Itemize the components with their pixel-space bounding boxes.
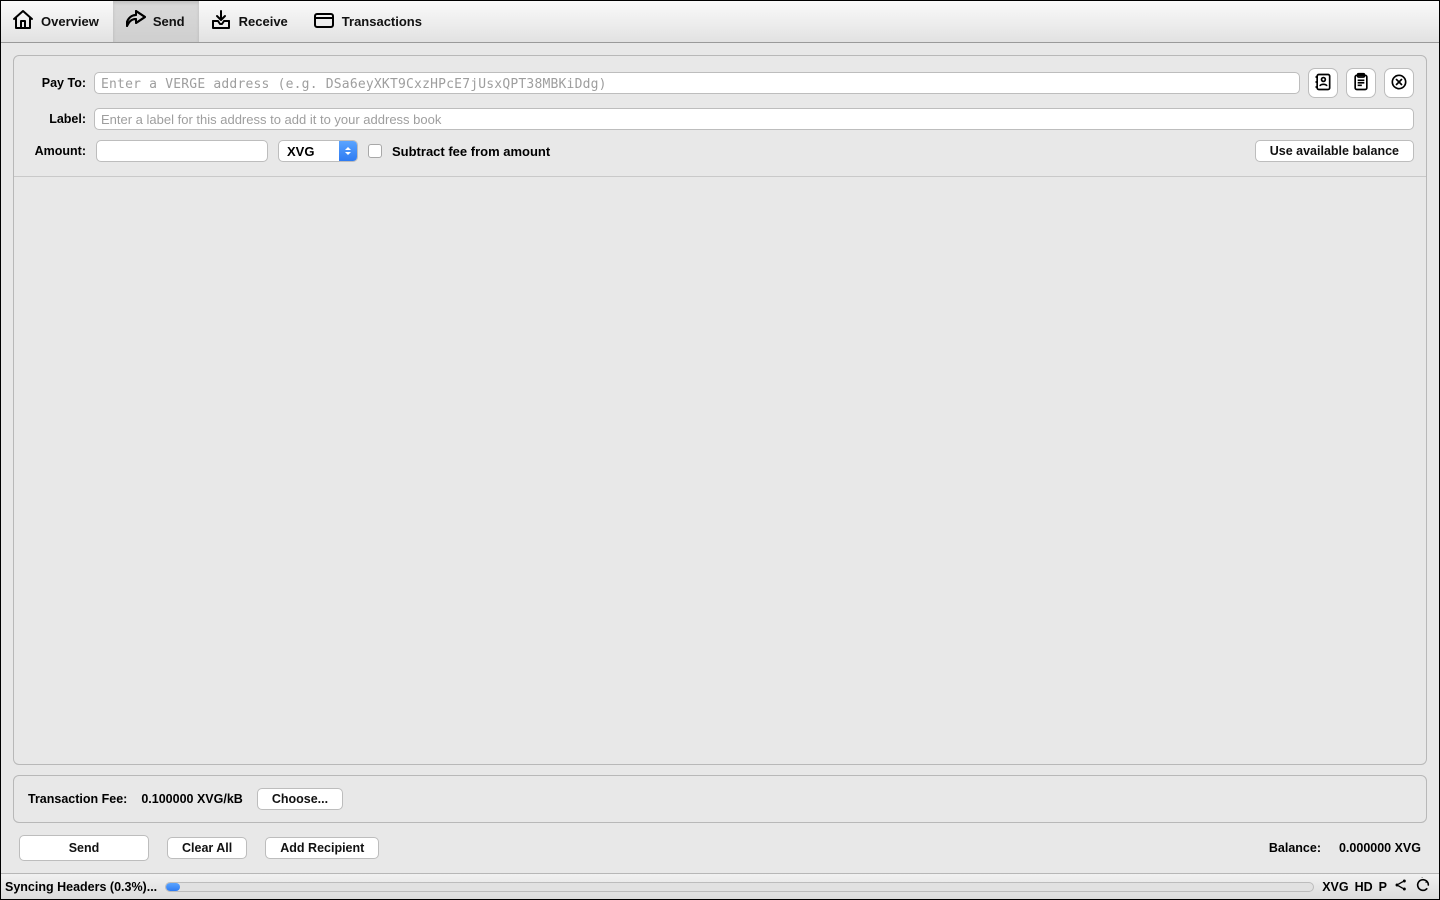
ticker-indicator: XVG [1322,880,1348,894]
sync-progress-bar [165,882,1314,892]
amount-label: Amount: [26,144,86,158]
address-book-icon [1313,72,1333,95]
tab-overview[interactable]: Overview [1,1,113,42]
address-book-button[interactable] [1308,68,1338,98]
recipient-divider [14,176,1426,177]
unit-dropdown[interactable]: XVG [278,140,358,162]
send-arrow-icon [123,8,147,35]
tab-receive[interactable]: Receive [199,1,302,42]
label-label: Label: [26,112,86,126]
clear-all-button[interactable]: Clear All [167,837,247,859]
status-bar: Syncing Headers (0.3%)... XVG HD P [1,873,1439,899]
clipboard-icon [1351,72,1371,95]
paste-button[interactable] [1346,68,1376,98]
balance-value: 0.000000 XVG [1339,841,1421,855]
transaction-fee-label: Transaction Fee: [28,792,127,806]
tab-label: Transactions [342,14,422,29]
transaction-fee-panel: Transaction Fee: 0.100000 XVG/kB Choose.… [13,775,1427,823]
label-input[interactable] [94,108,1414,130]
receive-inbox-icon [209,8,233,35]
unit-selected: XVG [279,144,339,159]
tab-label: Send [153,14,185,29]
transaction-fee-value: 0.100000 XVG/kB [141,792,242,806]
subtract-fee-checkbox[interactable] [368,144,382,158]
sync-status-text: Syncing Headers (0.3%)... [5,880,157,894]
tab-transactions[interactable]: Transactions [302,1,436,42]
subtract-fee-label: Subtract fee from amount [392,144,550,159]
sync-progress-fill [166,883,180,891]
hd-indicator: HD [1355,880,1373,894]
balance-label: Balance: [1269,841,1321,855]
choose-fee-button[interactable]: Choose... [257,788,343,810]
status-right-cluster: XVG HD P [1322,877,1431,896]
home-icon [11,8,35,35]
tab-send[interactable]: Send [113,1,199,42]
card-icon [312,8,336,35]
tab-label: Receive [239,14,288,29]
add-recipient-button[interactable]: Add Recipient [265,837,379,859]
sync-spinner-icon [1415,877,1431,896]
pay-to-input[interactable] [94,72,1300,94]
tab-label: Overview [41,14,99,29]
network-icon [1393,877,1409,896]
recipient-panel: Pay To: Label: [13,55,1427,765]
main-toolbar: Overview Send Receive Transactions [1,1,1439,43]
amount-row: Amount: ▲ ▼ XVG Subtract fee from amount… [26,140,1414,162]
proxy-indicator: P [1379,880,1387,894]
amount-spinner[interactable]: ▲ ▼ [96,140,268,162]
use-available-balance-button[interactable]: Use available balance [1255,140,1414,162]
pay-to-label: Pay To: [26,76,86,90]
clear-x-icon [1389,72,1409,95]
pay-to-row: Pay To: [26,68,1414,98]
dropdown-handle-icon [339,141,357,161]
content-area: Pay To: Label: [1,43,1439,873]
send-button[interactable]: Send [19,835,149,861]
clear-address-button[interactable] [1384,68,1414,98]
label-row: Label: [26,108,1414,130]
bottom-action-bar: Send Clear All Add Recipient Balance: 0.… [13,823,1427,865]
amount-input[interactable] [97,141,285,161]
